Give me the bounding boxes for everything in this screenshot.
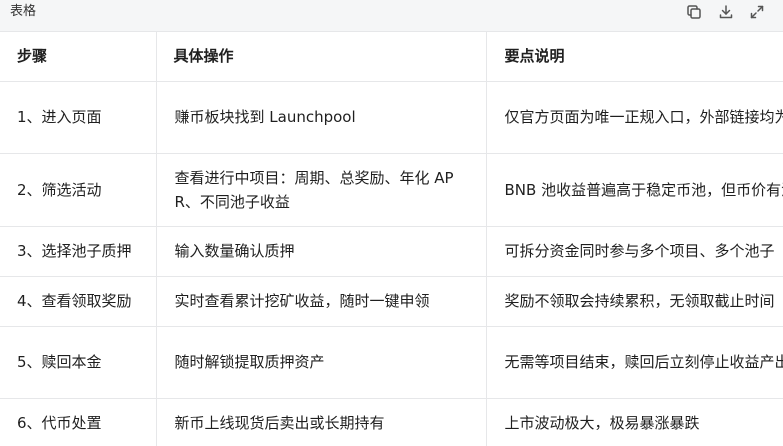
step-cell: 6、代币处置 xyxy=(0,398,157,446)
operation-cell: 随时解锁提取质押资产 xyxy=(156,326,487,399)
expand-icon[interactable] xyxy=(748,3,766,21)
table-row: 1、进入页面 赚币板块找到 Launchpool 仅官方页面为唯一正规入口，外部… xyxy=(0,81,783,154)
operation-cell: 赚币板块找到 Launchpool xyxy=(156,81,487,154)
notes-cell: 仅官方页面为唯一正规入口，外部链接均为诈骗 xyxy=(486,81,783,154)
steps-table: 步骤 具体操作 要点说明 1、进入页面 赚币板块找到 Launchpool 仅官… xyxy=(0,32,783,446)
notes-cell: 可拆分资金同时参与多个项目、多个池子 xyxy=(486,226,783,277)
step-cell: 2、筛选活动 xyxy=(0,153,157,227)
table-header-row: 步骤 具体操作 要点说明 xyxy=(0,32,783,82)
toolbar-title: 表格 xyxy=(10,4,37,19)
header-step: 步骤 xyxy=(0,32,157,82)
table-row: 3、选择池子质押 输入数量确认质押 可拆分资金同时参与多个项目、多个池子 xyxy=(0,226,783,277)
table-row: 5、赎回本金 随时解锁提取质押资产 无需等项目结束，赎回后立刻停止收益产出 xyxy=(0,326,783,399)
header-operation: 具体操作 xyxy=(156,32,487,82)
notes-cell: 无需等项目结束，赎回后立刻停止收益产出 xyxy=(486,326,783,399)
table-toolbar: 表格 xyxy=(0,0,783,32)
copy-icon[interactable] xyxy=(685,3,703,21)
download-icon[interactable] xyxy=(717,3,735,21)
operation-cell: 实时查看累计挖矿收益，随时一键申领 xyxy=(156,276,487,327)
operation-cell: 查看进行中项目：周期、总奖励、年化 APR、不同池子收益 xyxy=(156,153,487,227)
table-row: 4、查看领取奖励 实时查看累计挖矿收益，随时一键申领 奖励不领取会持续累积，无领… xyxy=(0,276,783,327)
notes-cell: BNB 池收益普遍高于稳定币池，但币价有波动风险 xyxy=(486,153,783,227)
table-container[interactable]: 步骤 具体操作 要点说明 1、进入页面 赚币板块找到 Launchpool 仅官… xyxy=(0,32,783,446)
operation-cell: 新币上线现货后卖出或长期持有 xyxy=(156,398,487,446)
table-row: 2、筛选活动 查看进行中项目：周期、总奖励、年化 APR、不同池子收益 BNB … xyxy=(0,153,783,227)
step-cell: 4、查看领取奖励 xyxy=(0,276,157,327)
step-cell: 3、选择池子质押 xyxy=(0,226,157,277)
table-row: 6、代币处置 新币上线现货后卖出或长期持有 上市波动极大，极易暴涨暴跌 xyxy=(0,398,783,446)
operation-cell: 输入数量确认质押 xyxy=(156,226,487,277)
step-cell: 1、进入页面 xyxy=(0,81,157,154)
header-notes: 要点说明 xyxy=(486,32,783,82)
step-cell: 5、赎回本金 xyxy=(0,326,157,399)
notes-cell: 上市波动极大，极易暴涨暴跌 xyxy=(486,398,783,446)
notes-cell: 奖励不领取会持续累积，无领取截止时间 xyxy=(486,276,783,327)
